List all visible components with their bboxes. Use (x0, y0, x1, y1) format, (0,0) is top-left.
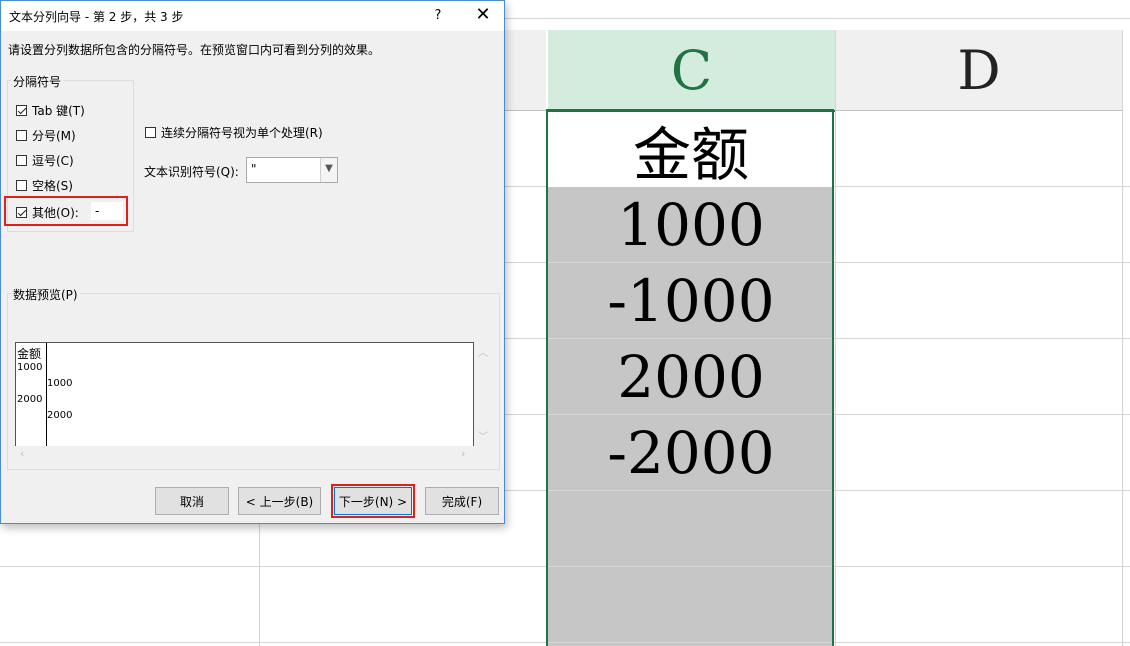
checkbox-icon (16, 207, 27, 218)
cell-c6[interactable] (548, 491, 834, 566)
cell-c3[interactable]: -1000 (548, 263, 834, 338)
space-checkbox[interactable]: 空格(S) (16, 177, 73, 194)
other-checkbox[interactable]: 其他(O): (16, 204, 79, 221)
cell-c1[interactable]: 金额 (548, 112, 834, 189)
preview-cell: 2000 (17, 394, 43, 405)
preview-horizontal-scrollbar[interactable]: ‹ › (15, 447, 474, 463)
cell-c5[interactable]: -2000 (548, 415, 834, 490)
dialog-title: 文本分列向导 - 第 2 步，共 3 步 (9, 10, 184, 24)
instruction-text: 请设置分列数据所包含的分隔符号。在预览窗口内可看到分列的效果。 (8, 43, 381, 57)
cancel-button[interactable]: 取消 (155, 487, 229, 515)
preview-cell: 金额 (17, 347, 42, 361)
checkbox-icon (145, 127, 156, 138)
comma-checkbox[interactable]: 逗号(C) (16, 152, 74, 169)
space-label: 空格(S) (32, 179, 73, 193)
tab-label: Tab 键(T) (32, 104, 85, 118)
checkbox-icon (16, 155, 27, 166)
back-button[interactable]: < 上一步(B) (238, 487, 321, 515)
scroll-left-icon[interactable]: ‹ (20, 447, 24, 460)
column-header-d[interactable]: D (836, 30, 1122, 111)
consecutive-checkbox[interactable]: 连续分隔符号视为单个处理(R) (145, 124, 323, 141)
close-icon[interactable]: ✕ (471, 5, 495, 27)
column-header-blank[interactable] (500, 30, 546, 111)
preview-cell: 2000 (47, 410, 73, 421)
preview-vertical-scrollbar[interactable]: ︿ ﹀ (475, 342, 491, 446)
column-divider (46, 343, 47, 446)
title-bar: 文本分列向导 - 第 2 步，共 3 步 ? ✕ (1, 1, 504, 31)
checkbox-icon (16, 130, 27, 141)
cell-c2[interactable]: 1000 (548, 187, 834, 262)
semicolon-label: 分号(M) (32, 129, 76, 143)
qualifier-label: 文本识别符号(Q): (144, 165, 239, 179)
help-icon[interactable]: ? (427, 5, 449, 27)
text-to-columns-dialog: 文本分列向导 - 第 2 步，共 3 步 ? ✕ 请设置分列数据所包含的分隔符号… (0, 0, 505, 524)
preview-label: 数据预览(P) (11, 286, 80, 303)
scroll-right-icon[interactable]: › (461, 447, 465, 460)
qualifier-select[interactable]: " ▼ (246, 157, 338, 183)
cell-c4[interactable]: 2000 (548, 339, 834, 414)
other-delimiter-input[interactable]: - (91, 202, 123, 220)
next-button[interactable]: 下一步(N) > (334, 487, 412, 515)
chevron-down-icon[interactable]: ▼ (320, 158, 337, 182)
checkbox-icon (16, 180, 27, 191)
other-label: 其他(O): (32, 206, 79, 220)
semicolon-checkbox[interactable]: 分号(M) (16, 127, 76, 144)
tab-checkbox[interactable]: Tab 键(T) (16, 102, 85, 119)
consecutive-label: 连续分隔符号视为单个处理(R) (161, 126, 323, 140)
comma-label: 逗号(C) (32, 154, 74, 168)
scroll-down-icon[interactable]: ﹀ (475, 428, 491, 443)
preview-cell: 1000 (17, 362, 43, 373)
column-header-c[interactable]: C (548, 30, 835, 112)
delimiters-label: 分隔符号 (11, 73, 64, 90)
cell-c7[interactable] (548, 567, 834, 642)
qualifier-value: " (251, 162, 257, 176)
finish-button[interactable]: 完成(F) (425, 487, 499, 515)
data-preview[interactable]: 金额 1000 1000 2000 2000 (15, 342, 474, 446)
preview-cell: 1000 (47, 378, 73, 389)
scroll-up-icon[interactable]: ︿ (475, 344, 491, 359)
checkbox-icon (16, 105, 27, 116)
